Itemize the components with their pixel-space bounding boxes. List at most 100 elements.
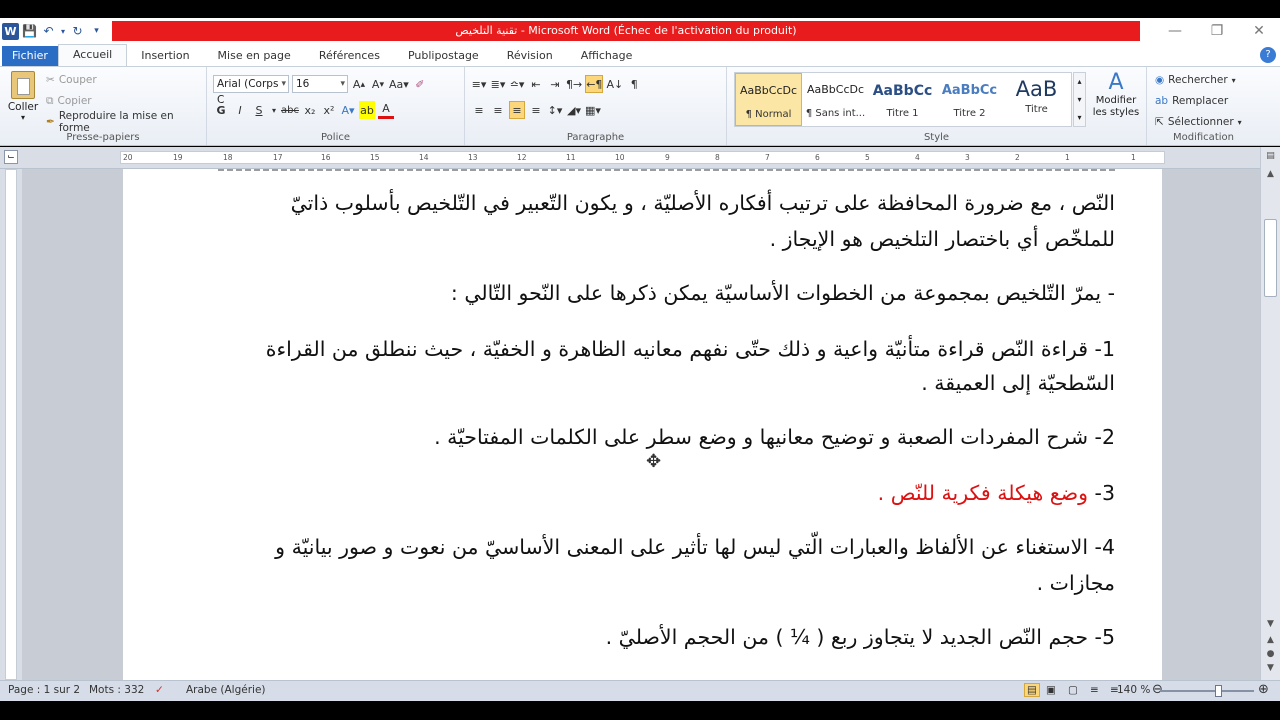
- next-page-icon[interactable]: ▼: [1264, 663, 1277, 673]
- align-right-icon[interactable]: ≡: [509, 101, 525, 119]
- paste-icon: [11, 71, 35, 99]
- move-cursor-icon: ✥: [646, 451, 662, 472]
- align-center-icon[interactable]: ≡: [490, 101, 506, 119]
- rtl-icon[interactable]: ←¶: [585, 75, 604, 93]
- scroll-thumb[interactable]: [1264, 219, 1277, 297]
- underline-dropdown-icon[interactable]: ▾: [270, 101, 278, 119]
- show-marks-icon[interactable]: ¶: [626, 75, 642, 93]
- bullets-icon[interactable]: ≡▾: [471, 75, 487, 93]
- align-left-icon[interactable]: ≡: [471, 101, 487, 119]
- style-heading-2[interactable]: AaBbCc Titre 2: [936, 73, 1003, 126]
- zoom-slider[interactable]: [1160, 690, 1254, 692]
- style-no-spacing[interactable]: AaBbCcDc ¶ Sans int...: [802, 73, 869, 126]
- clipboard-group-label: Presse-papiers: [66, 132, 140, 143]
- superscript-button[interactable]: x²: [321, 101, 337, 119]
- ruler-scale[interactable]: 20 19 18 17 16 15 14 13 12 11 10 9 8 7 6…: [120, 151, 1165, 164]
- bold-button[interactable]: G: [213, 101, 229, 119]
- decrease-indent-icon[interactable]: ⇤: [528, 75, 544, 93]
- italic-button[interactable]: I: [232, 101, 248, 119]
- underline-button[interactable]: S: [251, 101, 267, 119]
- numbering-icon[interactable]: ≣▾: [490, 75, 506, 93]
- full-screen-view-icon[interactable]: ▣: [1046, 684, 1056, 696]
- save-icon[interactable]: 💾: [21, 23, 38, 40]
- highlight-icon[interactable]: ab: [358, 101, 375, 119]
- document-page[interactable]: النّص ، مع ضرورة المحافظة على ترتيب أفكا…: [123, 169, 1162, 680]
- change-case-icon[interactable]: Aa▾: [389, 75, 409, 93]
- ruler-tick: 20: [123, 153, 133, 162]
- tab-affichage[interactable]: Affichage: [567, 46, 647, 66]
- style-title[interactable]: AaB Titre: [1003, 73, 1070, 126]
- grow-font-icon[interactable]: A ▴: [351, 75, 367, 93]
- line-spacing-icon[interactable]: ↕▾: [547, 101, 563, 119]
- font-size-select[interactable]: 16: [292, 75, 348, 93]
- outline-view-icon[interactable]: ≡: [1090, 684, 1099, 696]
- style-normal[interactable]: AaBbCcDc ¶ Normal: [735, 73, 802, 126]
- shading-icon[interactable]: ◢▾: [566, 101, 582, 119]
- replace-button[interactable]: ab Remplacer: [1155, 91, 1228, 111]
- prev-page-icon[interactable]: ▲: [1264, 635, 1277, 645]
- proofing-icon[interactable]: ✓: [155, 684, 164, 696]
- print-layout-view-icon[interactable]: ▤: [1024, 683, 1040, 697]
- increase-indent-icon[interactable]: ⇥: [547, 75, 563, 93]
- undo-icon[interactable]: ↶: [40, 23, 57, 40]
- format-painter-button[interactable]: ✒ Reproduire la mise en forme: [46, 110, 206, 134]
- select-button[interactable]: ⇱ Sélectionner ▾: [1155, 112, 1242, 132]
- tab-fichier[interactable]: Fichier: [2, 46, 58, 66]
- page-count[interactable]: Page : 1 sur 2: [8, 684, 80, 696]
- page-margin-right: [1162, 169, 1260, 680]
- subscript-button[interactable]: x₂: [302, 101, 318, 119]
- ribbon-tabs: Fichier Accueil Insertion Mise en page R…: [0, 44, 1280, 66]
- font-name-select[interactable]: Arial (Corps C: [213, 75, 289, 106]
- page-margin-left: [22, 169, 123, 680]
- find-button[interactable]: ◉ Rechercher ▾: [1155, 70, 1236, 90]
- customize-qat-icon[interactable]: ▾: [88, 23, 105, 40]
- redo-icon[interactable]: ↻: [69, 23, 86, 40]
- ruler-tick: 9: [665, 153, 670, 162]
- strikethrough-button[interactable]: abc: [281, 101, 299, 119]
- copy-button[interactable]: ⧉ Copier: [46, 91, 92, 111]
- web-layout-view-icon[interactable]: ▢: [1068, 684, 1078, 696]
- tab-selector[interactable]: ⌙: [4, 150, 18, 164]
- zoom-level[interactable]: 140 %: [1117, 684, 1150, 696]
- scroll-down-icon[interactable]: ▼: [1264, 619, 1277, 629]
- tab-insertion[interactable]: Insertion: [127, 46, 203, 66]
- tab-revision[interactable]: Révision: [493, 46, 567, 66]
- vertical-scrollbar[interactable]: ▤ ▲ ▼ ▲ ● ▼: [1260, 147, 1280, 680]
- tab-mise-en-page[interactable]: Mise en page: [204, 46, 305, 66]
- styles-scroll[interactable]: ▴ ▾ ▾: [1073, 72, 1086, 127]
- word-count[interactable]: Mots : 332: [89, 684, 144, 696]
- minimize-button[interactable]: —: [1154, 18, 1196, 44]
- zoom-in-icon[interactable]: ⊕: [1258, 682, 1269, 697]
- browse-object-icon[interactable]: ●: [1264, 649, 1277, 659]
- quick-access-toolbar: W 💾 ↶ ▾ ↻ ▾: [0, 18, 105, 44]
- style-heading-1[interactable]: AaBbCc Titre 1: [869, 73, 936, 126]
- ruler-tick: 18: [223, 153, 233, 162]
- tab-accueil[interactable]: Accueil: [57, 44, 128, 66]
- scroll-up-icon[interactable]: ▲: [1264, 169, 1277, 179]
- cut-button[interactable]: ✂ Couper: [46, 70, 97, 90]
- borders-icon[interactable]: ▦▾: [585, 101, 601, 119]
- tab-publipostage[interactable]: Publipostage: [394, 46, 493, 66]
- word-app-icon[interactable]: W: [2, 22, 19, 40]
- undo-dropdown-icon[interactable]: ▾: [59, 23, 67, 40]
- multilevel-list-icon[interactable]: ≏▾: [509, 75, 525, 93]
- ruler-tick: 1: [1131, 153, 1136, 162]
- close-button[interactable]: ✕: [1238, 18, 1280, 44]
- sort-icon[interactable]: A↓: [606, 75, 623, 93]
- styles-group-label: Style: [923, 132, 950, 143]
- shrink-font-icon[interactable]: A ▾: [370, 75, 386, 93]
- ltr-icon[interactable]: ¶→: [566, 75, 582, 93]
- restore-button[interactable]: ❐: [1196, 18, 1238, 44]
- doc-line-7-red-text: وضع هيكلة فكرية للنّص .: [877, 481, 1089, 505]
- language-indicator[interactable]: Arabe (Algérie): [186, 684, 266, 696]
- ruler-toggle-icon[interactable]: ▤: [1264, 151, 1277, 161]
- text-effects-icon[interactable]: A▾: [340, 101, 356, 119]
- justify-icon[interactable]: ≡: [528, 101, 544, 119]
- font-color-icon[interactable]: A: [377, 101, 394, 119]
- tab-references[interactable]: Références: [305, 46, 394, 66]
- modify-styles-button[interactable]: A Modifier les styles: [1090, 71, 1142, 119]
- clear-format-icon[interactable]: ✐: [412, 75, 428, 93]
- zoom-slider-thumb[interactable]: [1215, 685, 1222, 697]
- paste-button[interactable]: Coller ▾: [6, 71, 40, 122]
- help-icon[interactable]: ?: [1260, 47, 1276, 63]
